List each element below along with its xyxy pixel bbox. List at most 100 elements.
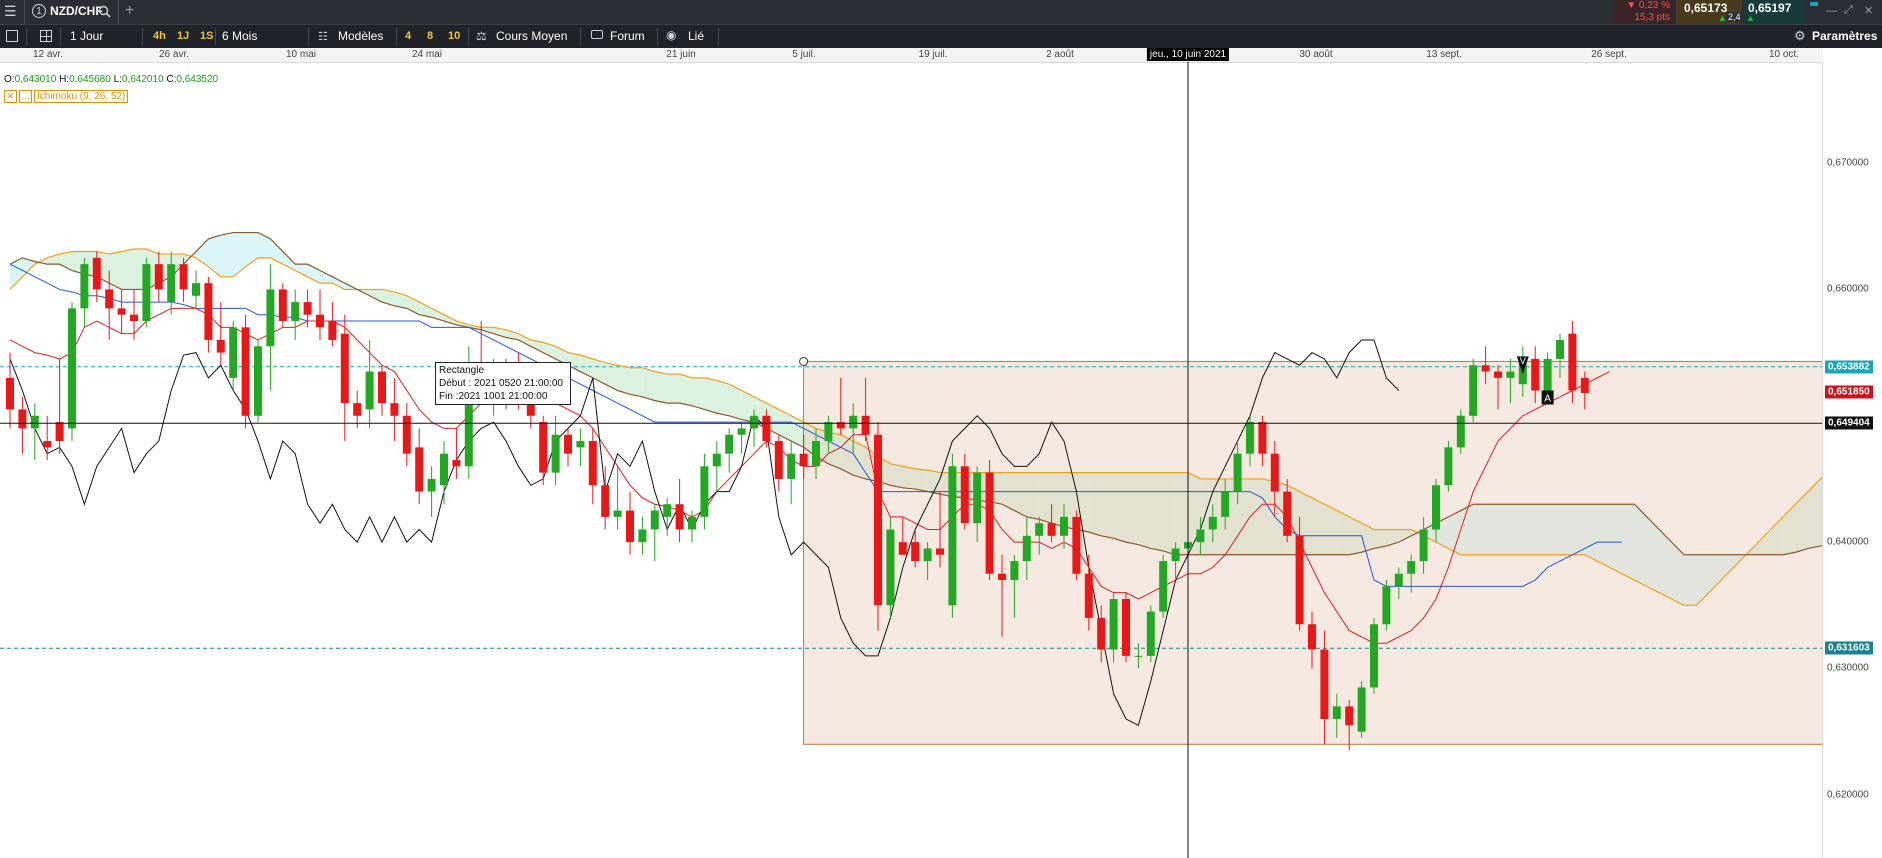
templates-icon: ☷ bbox=[318, 31, 328, 43]
price-tag: 0,651850 bbox=[1825, 385, 1873, 399]
candle-body bbox=[1481, 365, 1490, 372]
indicator-settings-icon[interactable]: … bbox=[19, 90, 32, 103]
search-icon[interactable] bbox=[98, 5, 112, 19]
symbol-label[interactable]: NZD/CHF bbox=[50, 4, 103, 18]
ichimoku-cloud-segment bbox=[121, 248, 134, 290]
ichimoku-cloud-segment bbox=[233, 232, 246, 277]
date-tick-label: 19 juil. bbox=[918, 49, 948, 60]
candle-body bbox=[1221, 491, 1230, 517]
candle-body bbox=[824, 422, 833, 442]
candle-body bbox=[1295, 535, 1304, 625]
candle-body bbox=[105, 289, 114, 309]
candle-body bbox=[948, 466, 957, 606]
candle-body bbox=[179, 264, 188, 290]
date-axis: 12 avr. 26 avr. 10 mai 24 mai 21 juin 5 juil.… bbox=[0, 48, 1822, 63]
ichimoku-cloud-segment bbox=[630, 367, 643, 397]
ichimoku-cloud-segment bbox=[704, 377, 717, 414]
date-tick-label: 2 août bbox=[1046, 49, 1074, 60]
expand-icon[interactable]: ⤢ bbox=[1844, 4, 1853, 17]
ichimoku-cloud-segment bbox=[679, 374, 692, 406]
add-tab-button[interactable]: + bbox=[125, 2, 134, 20]
candle-body bbox=[55, 422, 64, 442]
close-icon[interactable]: ✕ bbox=[1864, 4, 1873, 17]
spread-label: 2,4 bbox=[1726, 12, 1743, 22]
candle-body bbox=[154, 264, 163, 290]
candle-body bbox=[588, 441, 597, 486]
crosshair-date-label: jeu., 10 juin 2021 bbox=[1146, 48, 1230, 61]
candle-body bbox=[861, 415, 870, 435]
layout-list-icon[interactable] bbox=[6, 30, 18, 42]
ichimoku-cloud-segment bbox=[654, 371, 668, 404]
candle-body bbox=[1357, 687, 1366, 732]
minimize-icon[interactable]: — bbox=[1826, 5, 1837, 17]
window-controls: — ⤢ ✕ bbox=[1806, 0, 1882, 24]
settings-button[interactable]: Paramètres bbox=[1812, 28, 1877, 45]
candle-body bbox=[551, 434, 560, 473]
grid-layout-icon[interactable] bbox=[40, 30, 52, 42]
candle-body bbox=[340, 333, 349, 404]
candle-body bbox=[1419, 529, 1428, 562]
ichimoku-cloud-segment bbox=[716, 380, 730, 416]
candle-body bbox=[774, 441, 783, 479]
ichimoku-cloud-segment bbox=[667, 374, 680, 404]
price-tag: 0,649404 bbox=[1825, 416, 1873, 430]
candle-body bbox=[712, 453, 721, 467]
change-points: 15,3 pts bbox=[1634, 12, 1670, 23]
quick-1j[interactable]: 1J bbox=[177, 28, 189, 45]
candle-body bbox=[886, 529, 895, 606]
ichimoku-cloud-segment bbox=[320, 270, 333, 284]
price-chart[interactable]: VA bbox=[0, 62, 1822, 858]
buy-marker-label: A bbox=[1544, 394, 1551, 405]
tab-number-badge[interactable]: 1 bbox=[32, 4, 46, 18]
candle-body bbox=[1432, 485, 1440, 530]
candle-body bbox=[1146, 611, 1155, 656]
remove-indicator-icon[interactable]: ✕ bbox=[4, 90, 17, 103]
candle-body bbox=[1556, 339, 1564, 359]
candle-body bbox=[1308, 624, 1316, 650]
candle-body bbox=[675, 504, 684, 530]
quick-4h[interactable]: 4h bbox=[153, 28, 166, 45]
candle-body bbox=[1444, 447, 1453, 486]
timeframe-select[interactable]: 1 Jour bbox=[70, 28, 103, 45]
candle-body bbox=[1258, 422, 1267, 454]
price-tick-label: 0,630000 bbox=[1827, 662, 1869, 674]
candle-body bbox=[204, 283, 213, 340]
buy-price-box[interactable]: 0,65197 ▲ bbox=[1744, 0, 1804, 24]
average-price-button[interactable]: Cours Moyen bbox=[496, 28, 567, 45]
price-tick-label: 0,660000 bbox=[1827, 283, 1869, 295]
date-tick-label: 12 avr. bbox=[32, 49, 64, 60]
candle-body bbox=[241, 327, 250, 416]
candle-body bbox=[787, 453, 796, 479]
templates-button[interactable]: Modèles bbox=[338, 28, 383, 45]
num-8[interactable]: 8 bbox=[427, 28, 433, 45]
indicator-label[interactable]: Ichimoku (9, 26, 52) bbox=[34, 90, 129, 104]
candle-body bbox=[1320, 649, 1329, 720]
candle-body bbox=[378, 371, 386, 404]
candle-body bbox=[365, 371, 374, 410]
candle-body bbox=[328, 321, 337, 340]
sell-marker-label: V bbox=[1520, 356, 1526, 366]
ichimoku-cloud-segment bbox=[208, 235, 221, 277]
num-10[interactable]: 10 bbox=[448, 28, 460, 45]
linked-button[interactable]: Lié bbox=[688, 28, 704, 45]
price-tick-label: 0,670000 bbox=[1827, 157, 1869, 169]
ichimoku-cloud-segment bbox=[369, 289, 382, 303]
range-select[interactable]: 6 Mois bbox=[222, 28, 257, 45]
date-tick-label: 13 sept. bbox=[1426, 49, 1462, 60]
accent-mark bbox=[1810, 2, 1818, 6]
quick-1s[interactable]: 1S bbox=[200, 28, 213, 45]
candle-body bbox=[923, 548, 932, 562]
candle-body bbox=[1568, 333, 1577, 391]
price-axis: 0,670000 0,660000 0,640000 0,630000 0,620000… bbox=[1822, 62, 1882, 858]
menu-icon[interactable]: ☰ bbox=[4, 4, 18, 18]
candle-body bbox=[898, 542, 907, 555]
forum-button[interactable]: Forum bbox=[610, 28, 645, 45]
candle-body bbox=[1208, 516, 1217, 530]
candle-body bbox=[998, 573, 1006, 581]
ohlc-readout: O:0,643010 H:0,645680 L:0,642010 C:0,643… bbox=[4, 74, 218, 85]
candle-body bbox=[762, 415, 771, 442]
candle-body bbox=[576, 441, 585, 448]
num-4[interactable]: 4 bbox=[405, 28, 411, 45]
candle-body bbox=[254, 346, 262, 416]
candle-body bbox=[799, 453, 808, 467]
